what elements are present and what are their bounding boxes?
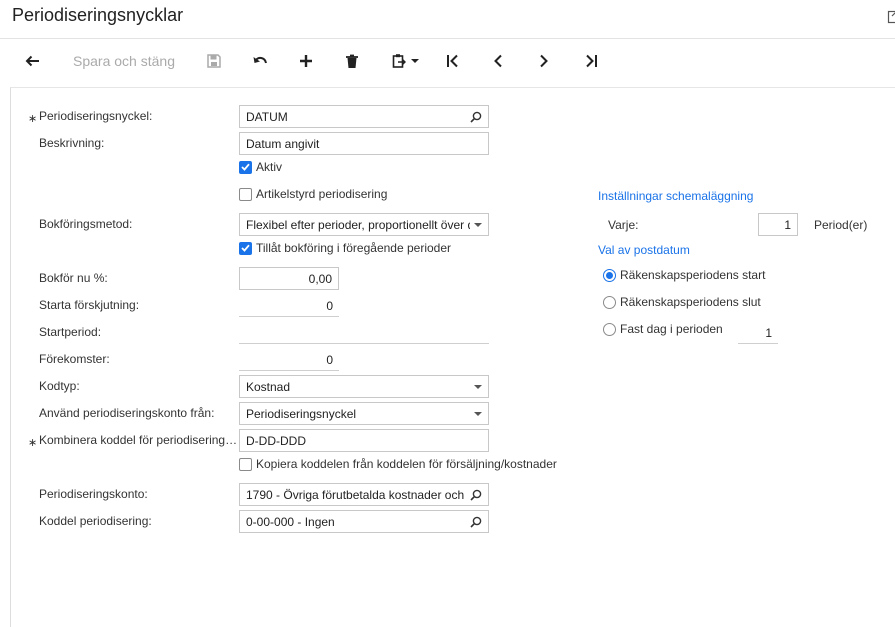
deferral-subaccount-input[interactable]: 0-00-000 - Ingen [239, 510, 489, 533]
last-page-icon [584, 54, 598, 68]
checkbox-unchecked-icon [239, 188, 252, 201]
first-page-icon [446, 54, 460, 68]
first-record-button[interactable] [442, 49, 464, 73]
period-end-radio[interactable]: Räkenskapsperiodens slut [603, 295, 761, 309]
radio-unselected-icon [603, 323, 616, 336]
toolbar: Spara och stäng [0, 39, 895, 83]
post-now-value: 0,00 [246, 272, 332, 286]
clipboard-icon [392, 53, 406, 69]
fixed-day-field[interactable]: 1 [738, 322, 778, 344]
save-button[interactable] [203, 49, 225, 73]
description-input[interactable]: Datum angivit [239, 132, 489, 155]
undo-icon [252, 54, 268, 68]
post-now-label: Bokför nu %: [39, 271, 108, 285]
item-driven-label: Artikelstyrd periodisering [256, 187, 387, 201]
every-unit-label: Period(er) [814, 218, 867, 232]
description-value: Datum angivit [246, 137, 482, 151]
back-button[interactable] [22, 49, 44, 73]
use-account-from-label: Använd periodiseringskonto från: [39, 406, 214, 420]
external-link-icon[interactable] [887, 9, 895, 25]
period-end-label: Räkenskapsperiodens slut [620, 295, 761, 309]
chevron-right-icon [539, 54, 549, 68]
schedule-settings-heading: Inställningar schemaläggning [598, 189, 753, 203]
search-icon[interactable] [470, 489, 482, 501]
previous-record-button[interactable] [487, 49, 509, 73]
chevron-down-icon [474, 385, 482, 389]
chevron-down-icon [411, 59, 419, 63]
posting-method-label: Bokföringsmetod: [39, 217, 132, 231]
clipboard-menu-button[interactable] [387, 49, 423, 73]
combine-subaccount-label: Kombinera koddel för periodisering… [39, 433, 237, 447]
fixed-day-value: 1 [765, 326, 772, 340]
deferral-key-label: Periodiseringsnyckel: [39, 109, 152, 123]
deferral-account-label: Periodiseringskonto: [39, 487, 148, 501]
add-button[interactable] [295, 49, 317, 73]
occurrences-field[interactable]: 0 [239, 349, 339, 371]
deferral-key-input[interactable]: DATUM [239, 105, 489, 128]
start-period-label: Startperiod: [39, 325, 101, 339]
search-icon[interactable] [470, 516, 482, 528]
period-start-radio[interactable]: Räkenskapsperiodens start [603, 268, 765, 282]
use-account-from-select[interactable]: Periodiseringsnyckel [239, 402, 489, 425]
chevron-down-icon [474, 412, 482, 416]
required-marker: ∗ [28, 436, 37, 449]
copy-subaccount-label: Kopiera koddelen från koddelen för försä… [256, 457, 557, 471]
combine-subaccount-value: D-DD-DDD [246, 434, 482, 448]
code-type-select[interactable]: Kostnad [239, 375, 489, 398]
next-record-button[interactable] [533, 49, 555, 73]
save-and-close-button[interactable]: Spara och stäng [66, 49, 182, 73]
start-offset-label: Starta förskjutning: [39, 298, 139, 312]
occurrences-value: 0 [326, 353, 333, 367]
every-value: 1 [765, 218, 791, 232]
plus-icon [299, 54, 313, 68]
chevron-left-icon [493, 54, 503, 68]
fixed-day-radio[interactable]: Fast dag i perioden [603, 322, 723, 336]
delete-button[interactable] [341, 49, 363, 73]
page-title: Periodiseringsnycklar [12, 5, 183, 26]
deferral-account-input[interactable]: 1790 - Övriga förutbetalda kostnader och… [239, 483, 489, 506]
deferral-account-value: 1790 - Övriga förutbetalda kostnader och… [246, 488, 466, 502]
required-marker: ∗ [28, 112, 37, 125]
arrow-left-icon [25, 55, 41, 67]
fixed-day-label: Fast dag i perioden [620, 322, 723, 336]
search-icon[interactable] [470, 111, 482, 123]
period-start-label: Räkenskapsperiodens start [620, 268, 765, 282]
save-and-close-label: Spara och stäng [73, 53, 175, 69]
allow-prior-periods-checkbox[interactable]: Tillåt bokföring i föregående perioder [239, 241, 451, 255]
posting-method-value: Flexibel efter perioder, proportionellt … [246, 218, 470, 232]
use-account-from-value: Periodiseringsnyckel [246, 407, 470, 421]
deferral-subaccount-value: 0-00-000 - Ingen [246, 515, 466, 529]
chevron-down-icon [474, 223, 482, 227]
every-label: Varje: [608, 218, 638, 232]
description-label: Beskrivning: [39, 136, 104, 150]
floppy-disk-icon [207, 54, 221, 68]
item-driven-checkbox[interactable]: Artikelstyrd periodisering [239, 187, 387, 201]
combine-subaccount-input[interactable]: D-DD-DDD [239, 429, 489, 452]
checkbox-checked-icon [239, 242, 252, 255]
copy-subaccount-checkbox[interactable]: Kopiera koddelen från koddelen för försä… [239, 457, 557, 471]
occurrences-label: Förekomster: [39, 352, 110, 366]
start-offset-field[interactable]: 0 [239, 295, 339, 317]
active-checkbox[interactable]: Aktiv [239, 160, 282, 174]
every-input[interactable]: 1 [758, 213, 798, 236]
active-label: Aktiv [256, 160, 282, 174]
form-panel [10, 87, 895, 627]
post-date-heading: Val av postdatum [598, 243, 690, 257]
posting-method-select[interactable]: Flexibel efter perioder, proportionellt … [239, 213, 489, 236]
checkbox-unchecked-icon [239, 458, 252, 471]
allow-prior-periods-label: Tillåt bokföring i föregående perioder [256, 241, 451, 255]
checkbox-checked-icon [239, 161, 252, 174]
trash-icon [345, 54, 359, 69]
deferral-subaccount-label: Koddel periodisering: [39, 514, 152, 528]
radio-unselected-icon [603, 296, 616, 309]
undo-button[interactable] [249, 49, 271, 73]
code-type-value: Kostnad [246, 380, 470, 394]
radio-selected-icon [603, 269, 616, 282]
start-offset-value: 0 [326, 299, 333, 313]
start-period-field[interactable] [239, 322, 489, 344]
deferral-key-value: DATUM [246, 110, 466, 124]
last-record-button[interactable] [580, 49, 602, 73]
code-type-label: Kodtyp: [39, 379, 80, 393]
post-now-input[interactable]: 0,00 [239, 267, 339, 290]
